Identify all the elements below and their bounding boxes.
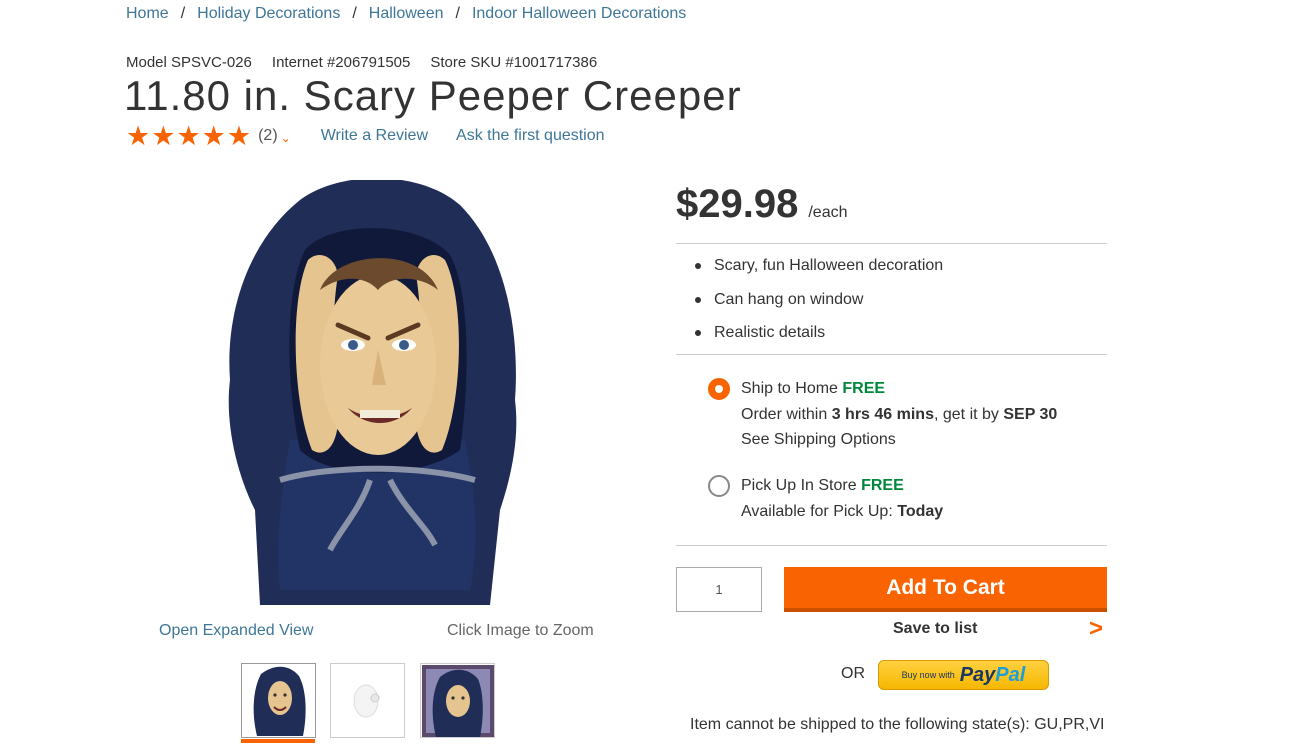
ship-to-home-radio[interactable] [708,378,730,400]
star-icon: ★ [226,121,252,151]
pickup-availability: Available for Pick Up: Today [741,503,943,521]
chevron-down-icon[interactable]: ⌄ [281,131,291,145]
review-count[interactable]: (2) [258,127,278,145]
star-icon: ★ [126,121,151,151]
available-for-pickup-label: Available for Pick Up: [741,503,893,520]
order-within-label: Order within [741,406,828,423]
chevron-right-icon[interactable]: > [1089,615,1103,643]
product-image[interactable] [220,178,530,606]
paypal-button[interactable]: Buy now with PayPal [878,660,1049,690]
add-to-cart-button[interactable]: Add To Cart [784,567,1107,612]
breadcrumb-indoor-halloween-decorations[interactable]: Indoor Halloween Decorations [472,5,686,23]
breadcrumb-home[interactable]: Home [126,5,169,23]
ship-to-home-option[interactable]: Ship to Home FREE [741,380,885,398]
store-sku: Store SKU #1001717386 [430,54,598,71]
save-to-list-button[interactable]: Save to list [893,620,977,638]
star-icon: ★ [201,121,226,151]
delivery-date: SEP 30 [1003,406,1058,423]
write-review-link[interactable]: Write a Review [321,127,428,145]
star-rating[interactable]: ★ ★ ★ ★ ★ [126,121,252,151]
quantity-input[interactable]: 1 [676,567,762,612]
paypal-buy-now-label: Buy now with [901,670,955,680]
product-identifiers: Model SPSVC-026 Internet #206791505 Stor… [126,54,597,71]
price-unit: /each [808,204,848,221]
model-number: Model SPSVC-026 [126,54,252,71]
pick-up-in-store-option[interactable]: Pick Up In Store FREE [741,477,904,495]
breadcrumb-separator: / [352,5,357,22]
breadcrumb-halloween[interactable]: Halloween [369,5,444,23]
ask-question-link[interactable]: Ask the first question [456,127,605,145]
pick-up-in-store-radio[interactable] [708,475,730,497]
see-shipping-options-link[interactable]: See Shipping Options [741,431,896,449]
breadcrumb-separator: / [180,5,186,22]
selected-thumbnail-indicator [241,739,315,743]
zoom-hint: Click Image to Zoom [447,622,594,639]
product-title: 11.80 in. Scary Peeper Creeper [124,72,742,119]
thumbnail-suction-cup[interactable] [330,663,405,738]
thumbnail-window[interactable] [420,663,495,738]
divider [676,243,1107,244]
paypal-logo: PayPal [960,664,1026,687]
highlight-item: Realistic details [694,323,943,357]
order-within-time: 3 hrs 46 mins [831,406,934,423]
paypal-logo-pay: Pay [959,663,996,686]
ship-to-home-label: Ship to Home [741,380,838,397]
pickup-availability-value: Today [897,503,944,520]
open-expanded-view-link[interactable]: Open Expanded View [159,622,313,640]
get-it-by-label: , get it by [933,406,999,423]
breadcrumb-holiday-decorations[interactable]: Holiday Decorations [197,5,340,23]
highlight-item: Can hang on window [694,290,943,324]
shipping-restriction-notice: Item cannot be shipped to the following … [690,716,1105,733]
ship-delivery-estimate: Order within 3 hrs 46 mins, get it by SE… [741,406,1057,424]
ship-free-badge: FREE [842,380,886,397]
price-block: $29.98 /each [676,182,847,227]
rating-row: ★ ★ ★ ★ ★ (2) ⌄ Write a Review Ask the f… [126,121,605,151]
divider [676,545,1107,546]
price: $29.98 [676,182,799,226]
highlights-list: Scary, fun Halloween decoration Can hang… [694,256,943,357]
divider [676,354,1107,355]
pick-up-label: Pick Up In Store [741,477,857,494]
internet-number: Internet #206791505 [271,54,411,71]
or-label: OR [841,665,865,682]
thumbnail-front[interactable] [241,663,316,738]
star-icon: ★ [176,121,201,151]
highlight-item: Scary, fun Halloween decoration [694,256,943,290]
pickup-free-badge: FREE [861,477,904,494]
star-icon: ★ [151,121,176,151]
paypal-logo-pal: Pal [995,663,1026,686]
breadcrumb-separator: / [455,5,460,22]
breadcrumb: Home / Holiday Decorations / Halloween /… [126,5,686,23]
